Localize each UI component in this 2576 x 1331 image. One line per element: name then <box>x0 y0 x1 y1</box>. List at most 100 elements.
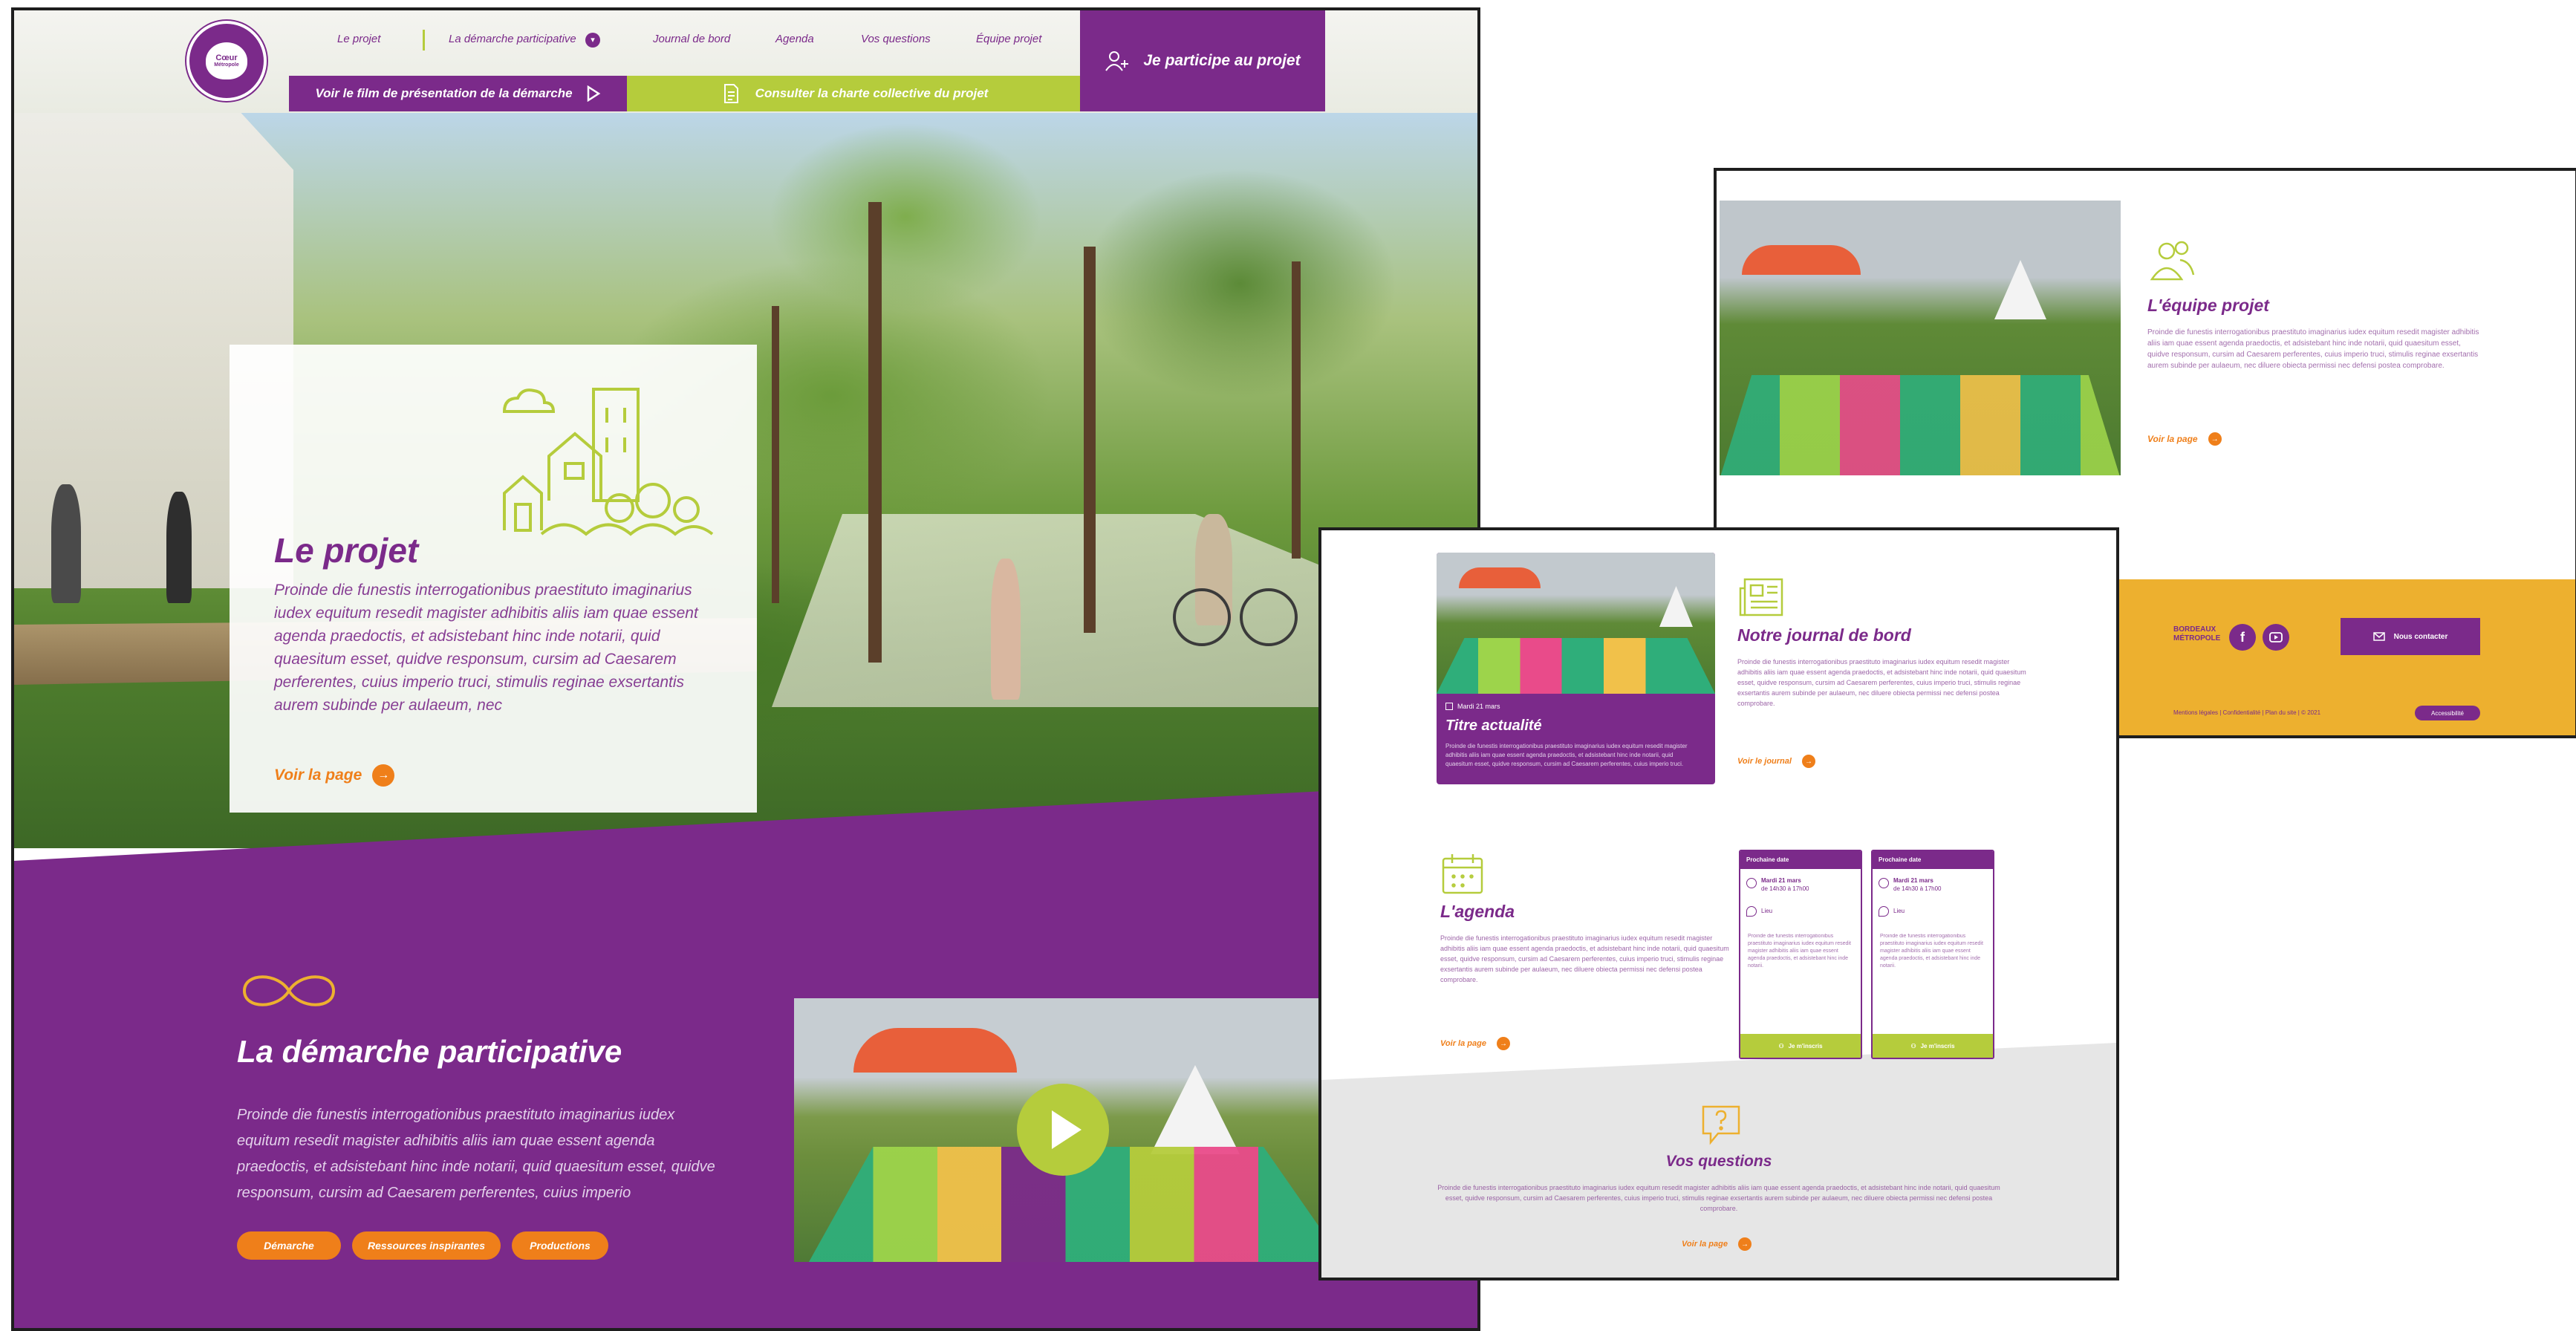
clock-icon <box>1879 878 1889 888</box>
event-time-text: de 14h30 à 17h00 <box>1893 885 1942 892</box>
projet-see-page-link[interactable]: Voir la page → <box>274 764 395 787</box>
logo-line2: Métropole <box>214 62 239 68</box>
nav-journal[interactable]: Journal de bord <box>653 33 730 45</box>
equipe-photo <box>1720 201 2121 475</box>
tree-trunk <box>1084 247 1096 633</box>
equipe-title: L'équipe projet <box>2147 296 2269 315</box>
news-date: Mardi 21 mars <box>1445 703 1500 710</box>
news-excerpt: Proinde die funestis interrogationibus p… <box>1445 743 1688 767</box>
user-add-icon: ⚇ <box>1778 1042 1784 1049</box>
tree-trunk <box>1292 261 1301 559</box>
person-figure <box>166 492 192 603</box>
watch-film-button[interactable]: Voir le film de présentation de la démar… <box>289 76 627 111</box>
person-figure <box>51 484 81 603</box>
play-video-button[interactable] <box>1017 1084 1109 1176</box>
heart-logo-icon: Cœur Métropole <box>206 42 247 79</box>
arrow-right-icon: → <box>1496 1037 1510 1050</box>
tent-shape <box>1659 586 1693 627</box>
tree-trunk <box>772 306 779 603</box>
play-icon <box>1052 1110 1082 1149</box>
add-user-icon <box>1105 51 1129 71</box>
pill-ressources[interactable]: Ressources inspirantes <box>352 1231 501 1260</box>
play-mat <box>1720 375 2121 475</box>
chevron-down-icon[interactable]: ▾ <box>585 33 600 48</box>
agenda-title: L'agenda <box>1440 902 1515 921</box>
youtube-icon[interactable] <box>2263 624 2289 651</box>
main-page-mockup: Le projet Proinde die funestis interroga… <box>11 7 1480 1331</box>
site-header: Cœur Métropole Le projet La démarche par… <box>14 10 1477 113</box>
tent-shape <box>1994 260 2046 319</box>
questions-title: Vos questions <box>1665 1153 1772 1170</box>
contact-label: Nous contacter <box>2393 632 2448 641</box>
footer-logo-line2: MÉTROPOLE <box>2173 634 2221 642</box>
mail-icon <box>2372 632 2385 641</box>
nav-le-projet[interactable]: Le projet <box>337 33 380 45</box>
event-register-button[interactable]: ⚇ Je m'inscris <box>1873 1034 1993 1058</box>
facebook-icon[interactable]: f <box>2229 624 2256 651</box>
journal-see-link[interactable]: Voir le journal → <box>1737 755 1815 768</box>
event-register-label: Je m'inscris <box>1788 1042 1823 1049</box>
infinity-icon <box>242 975 336 1006</box>
projet-description: Proinde die funestis interrogationibus p… <box>274 582 698 714</box>
nav-equipe[interactable]: Équipe projet <box>976 33 1041 45</box>
participe-label: Je participe au projet <box>1143 52 1301 69</box>
footer-logo[interactable]: BORDEAUX MÉTROPOLE <box>2173 625 2220 643</box>
event-place: Lieu <box>1893 908 1905 914</box>
news-card[interactable]: Mardi 21 mars Titre actualité Proinde di… <box>1437 553 1715 784</box>
event-card[interactable]: Prochaine date Mardi 21 mars de 14h30 à … <box>1871 850 1994 1059</box>
team-icon <box>2150 241 2195 281</box>
projet-title: Le projet <box>274 531 419 570</box>
umbrella-shape <box>1459 567 1541 588</box>
child-figure <box>991 559 1021 700</box>
location-pin-icon <box>1879 906 1889 917</box>
location-pin-icon <box>1746 906 1757 917</box>
event-register-button[interactable]: ⚇ Je m'inscris <box>1740 1034 1861 1058</box>
questions-see-page-link[interactable]: Voir la page → <box>1682 1237 1752 1251</box>
agenda-description: Proinde die funestis interrogationibus p… <box>1440 934 1729 983</box>
umbrella-shape <box>853 1028 1017 1073</box>
event-card[interactable]: Prochaine date Mardi 21 mars de 14h30 à … <box>1739 850 1862 1059</box>
event-date: Mardi 21 mars de 14h30 à 17h00 <box>1761 876 1809 893</box>
document-icon <box>723 84 738 103</box>
journal-description: Proinde die funestis interrogationibus p… <box>1737 658 2026 707</box>
clock-icon <box>1746 878 1757 888</box>
pill-productions[interactable]: Productions <box>512 1231 608 1260</box>
contact-button[interactable]: Nous contacter <box>2341 618 2480 655</box>
projet-card: Le projet Proinde die funestis interroga… <box>230 345 757 813</box>
site-logo[interactable]: Cœur Métropole <box>186 21 267 101</box>
agenda-see-page-link[interactable]: Voir la page → <box>1440 1037 1510 1050</box>
equipe-see-page-link[interactable]: Voir la page → <box>2147 432 2222 446</box>
event-header: Prochaine date <box>1740 851 1861 869</box>
logo-line1: Cœur <box>215 53 238 62</box>
news-date-text: Mardi 21 mars <box>1457 703 1500 710</box>
event-time-text: de 14h30 à 17h00 <box>1761 885 1809 892</box>
tent-shape <box>1151 1065 1240 1154</box>
hero-image: Le projet Proinde die funestis interroga… <box>14 113 1477 848</box>
nav-demarche[interactable]: La démarche participative <box>449 33 576 45</box>
tree-trunk <box>868 202 882 663</box>
news-photo <box>1437 553 1715 694</box>
event-header: Prochaine date <box>1873 851 1993 869</box>
equipe-description: Proinde die funestis interrogationibus p… <box>2147 328 2479 370</box>
pill-demarche[interactable]: Démarche <box>237 1231 341 1260</box>
charte-label: Consulter la charte collective du projet <box>755 86 989 100</box>
footer-logo-line1: BORDEAUX <box>2173 625 2216 634</box>
nav-agenda[interactable]: Agenda <box>775 33 814 45</box>
question-bubble-icon <box>1702 1105 1740 1145</box>
arrow-right-icon: → <box>2208 432 2222 446</box>
footer-legal-links[interactable]: Mentions légales | Confidentialité | Pla… <box>2173 709 2320 716</box>
charter-button[interactable]: Consulter la charte collective du projet <box>627 76 1084 111</box>
news-title: Titre actualité <box>1445 717 1542 734</box>
journal-link-label: Voir le journal <box>1737 757 1792 766</box>
nav-questions[interactable]: Vos questions <box>861 33 931 45</box>
journal-title: Notre journal de bord <box>1737 625 1911 645</box>
event-place: Lieu <box>1761 908 1773 914</box>
accessibility-button[interactable]: Accessibilité <box>2415 706 2480 720</box>
event-description: Proinde die funestis interrogationibus p… <box>1880 934 1983 969</box>
bicycle-wheel <box>1173 588 1231 646</box>
event-date: Mardi 21 mars de 14h30 à 17h00 <box>1893 876 1942 893</box>
demarche-title: La démarche participative <box>237 1034 622 1069</box>
event-date-text: Mardi 21 mars <box>1761 877 1801 884</box>
participate-button[interactable]: Je participe au projet <box>1080 10 1325 111</box>
questions-description: Proinde die funestis interrogationibus p… <box>1437 1184 2000 1212</box>
